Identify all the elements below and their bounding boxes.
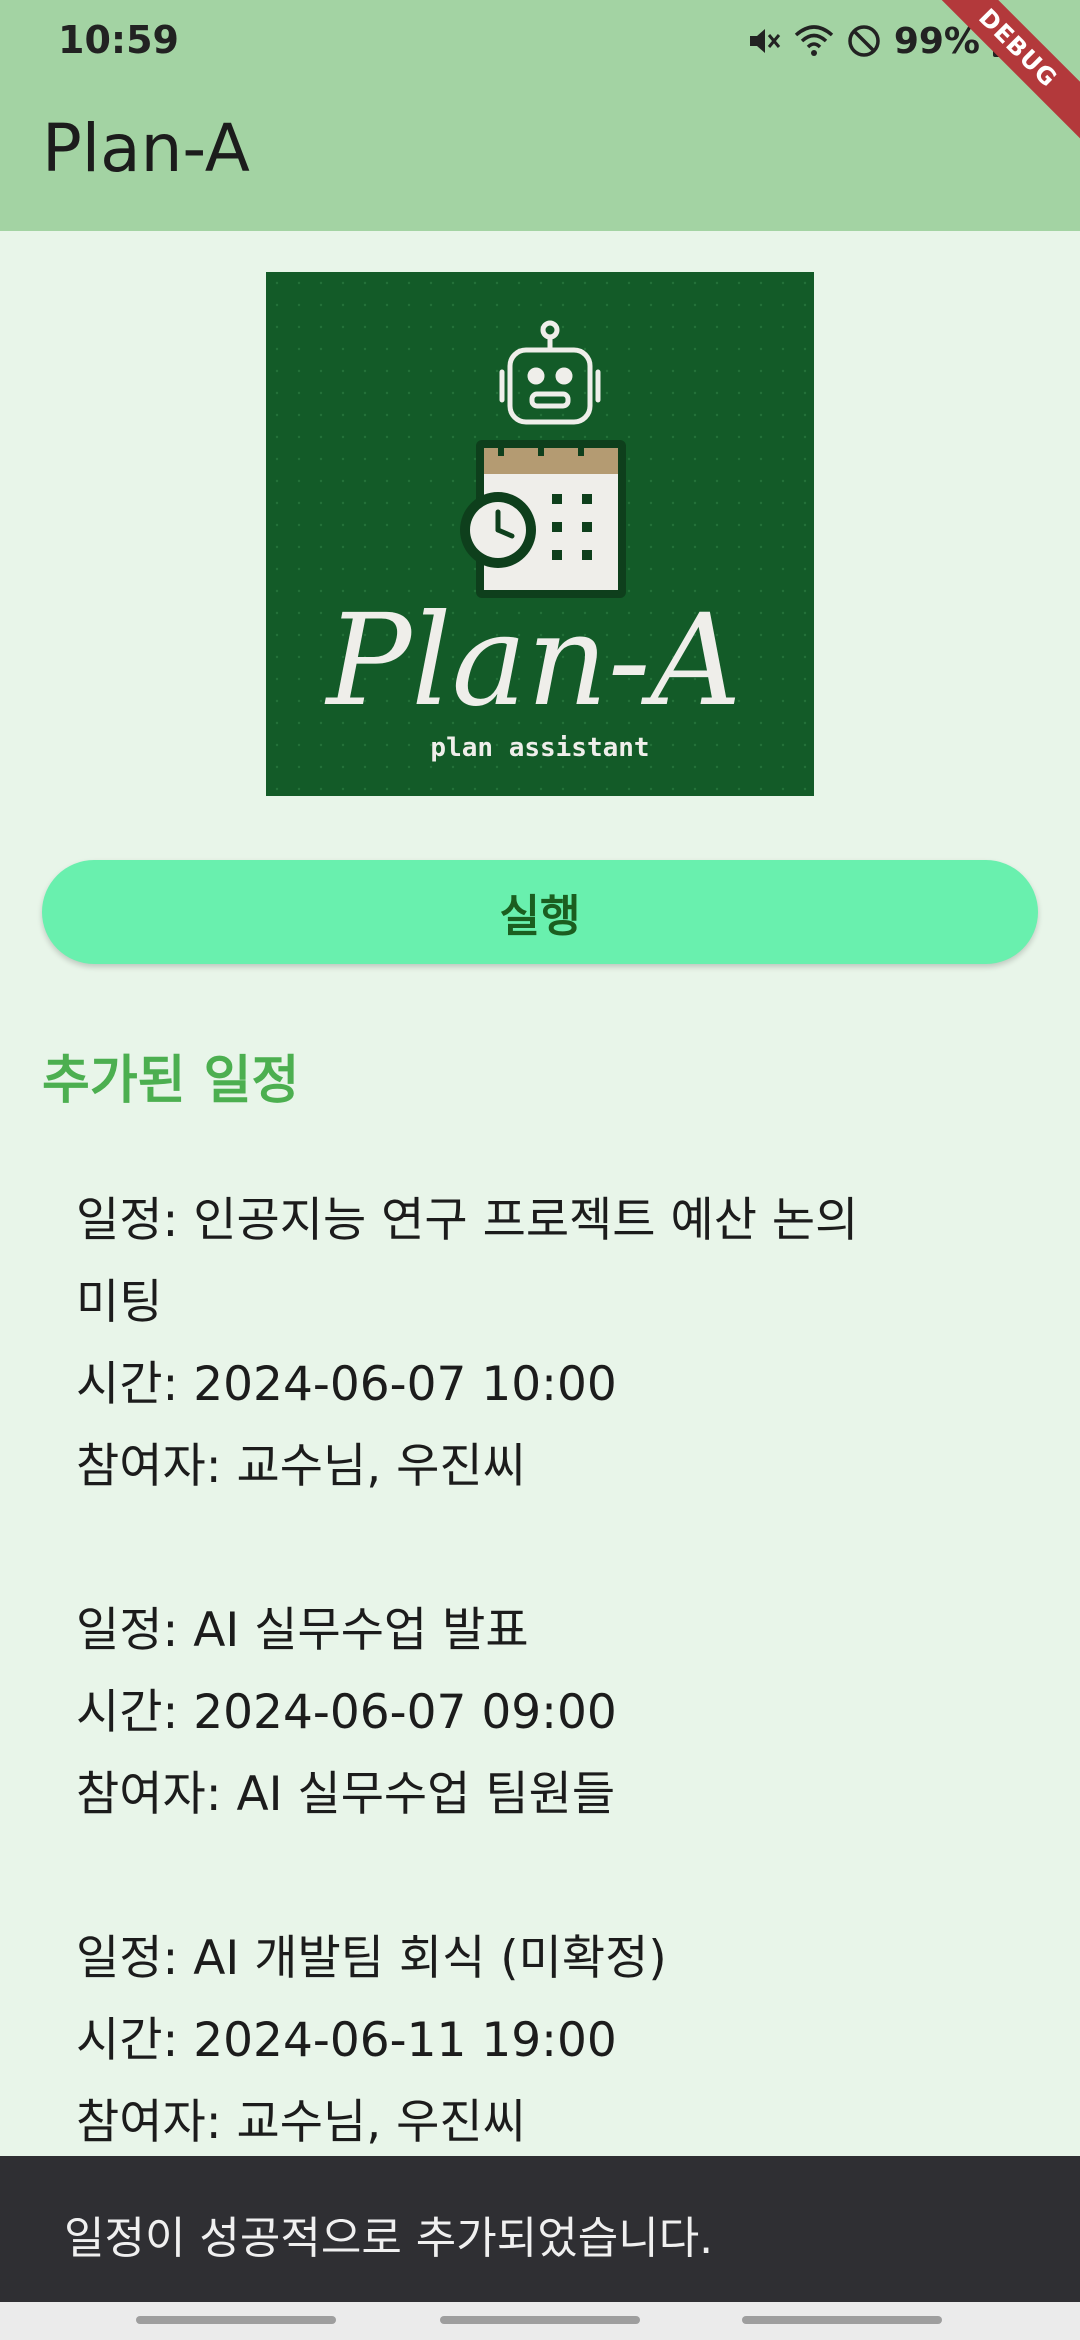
schedule-participants: 참여자: 교수님, 우진씨 bbox=[76, 2095, 526, 2150]
schedule-item: 일정: 인공지능 연구 프로젝트 예산 논의 미팅 시간: 2024-06-07… bbox=[76, 1180, 996, 1508]
schedule-item: 일정: AI 개발팀 회식 (미확정) 시간: 2024-06-11 19:00… bbox=[76, 1918, 996, 2164]
wifi-icon bbox=[794, 23, 834, 59]
schedule-item: 일정: AI 실무수업 발표 시간: 2024-06-07 09:00 참여자:… bbox=[76, 1590, 996, 1836]
clock-icon bbox=[460, 492, 536, 568]
plan-a-logo: Plan-A plan assistant bbox=[266, 272, 814, 796]
app-bar: 10:59 99% DEBUG Plan-A bbox=[0, 0, 1080, 231]
nav-handle-left[interactable] bbox=[136, 2316, 336, 2324]
status-time: 10:59 bbox=[58, 18, 179, 62]
snackbar: 일정이 성공적으로 추가되었습니다. bbox=[0, 2156, 1080, 2302]
app-title: Plan-A bbox=[42, 110, 250, 187]
snackbar-message: 일정이 성공적으로 추가되었습니다. bbox=[64, 2213, 714, 2264]
do-not-disturb-icon bbox=[846, 23, 882, 59]
logo-title: Plan-A bbox=[325, 587, 742, 734]
gesture-nav-bar bbox=[0, 2302, 1080, 2340]
status-bar: 10:59 99% bbox=[0, 0, 1080, 80]
schedule-time: 시간: 2024-06-07 10:00 bbox=[76, 1357, 617, 1412]
schedule-title: 일정: AI 실무수업 발표 bbox=[76, 1603, 529, 1658]
nav-handle-right[interactable] bbox=[742, 2316, 942, 2324]
schedule-title: 일정: 인공지능 연구 프로젝트 예산 논의 bbox=[76, 1193, 859, 1248]
mute-icon bbox=[746, 23, 782, 59]
schedule-title: 일정: AI 개발팀 회식 (미확정) bbox=[76, 1931, 667, 1986]
run-button[interactable]: 실행 bbox=[42, 860, 1038, 964]
schedule-participants: 참여자: 교수님, 우진씨 bbox=[76, 1439, 526, 1494]
schedule-time: 시간: 2024-06-11 19:00 bbox=[76, 2013, 617, 2068]
schedule-title-cont: 미팅 bbox=[76, 1275, 163, 1330]
section-title: 추가된 일정 bbox=[42, 1051, 300, 1111]
logo-subtitle: plan assistant bbox=[430, 733, 649, 763]
schedule-time: 시간: 2024-06-07 09:00 bbox=[76, 1685, 617, 1740]
schedule-participants: 참여자: AI 실무수업 팀원들 bbox=[76, 1767, 616, 1822]
battery-percent: 99% bbox=[893, 20, 980, 62]
nav-handle-center[interactable] bbox=[440, 2316, 640, 2324]
schedule-list: 일정: 인공지능 연구 프로젝트 예산 논의 미팅 시간: 2024-06-07… bbox=[76, 1180, 996, 2246]
